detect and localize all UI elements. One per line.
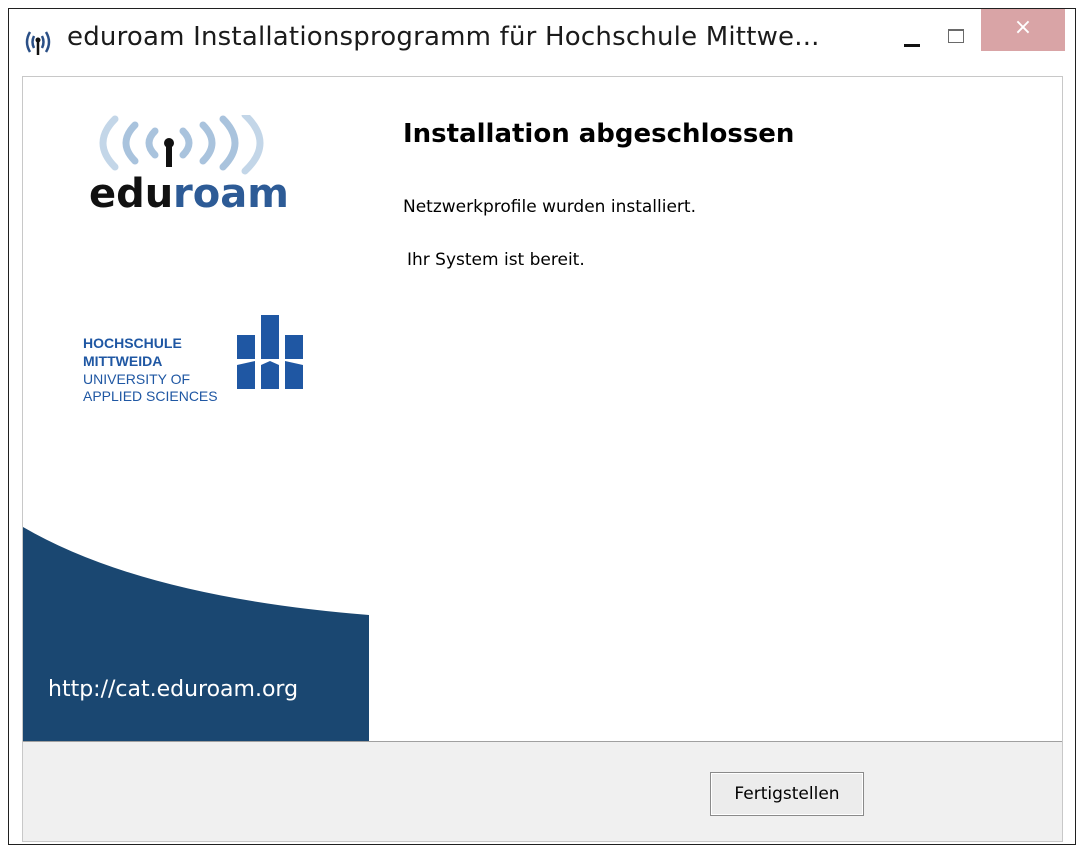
eduroam-logo-roam: roam — [173, 171, 289, 215]
university-mark-icon — [237, 315, 303, 389]
content-panel: Installation abgeschlossen Netzwerkprofi… — [403, 77, 1062, 741]
installer-window: eduroam Installationsprogramm für Hochsc… — [8, 8, 1076, 845]
maximize-button[interactable] — [934, 17, 984, 61]
cat-url-text: http://cat.eduroam.org — [48, 677, 299, 702]
minimize-icon — [904, 44, 920, 47]
sidebar-wave-shape — [23, 527, 369, 741]
finish-button[interactable]: Fertigstellen — [710, 772, 864, 816]
maximize-icon — [948, 29, 964, 43]
status-message-ready: Ihr System ist bereit. — [407, 250, 585, 270]
button-footer: Fertigstellen — [23, 742, 1062, 841]
status-message-profiles: Netzwerkprofile wurden installiert. — [403, 197, 696, 217]
installer-client-area: edu roam HOCHSCHULE MITTWEIDA UNIVERSITY… — [22, 76, 1063, 842]
university-line-2: MITTWEIDA — [83, 353, 163, 369]
title-bar[interactable]: eduroam Installationsprogramm für Hochsc… — [9, 9, 1075, 71]
university-line-1: HOCHSCHULE — [83, 335, 182, 351]
close-button[interactable]: × — [981, 9, 1065, 51]
eduroam-logo: edu roam — [89, 115, 289, 215]
eduroam-logo-edu: edu — [89, 171, 173, 215]
university-line-4: APPLIED SCIENCES — [83, 388, 218, 404]
window-title: eduroam Installationsprogramm für Hochsc… — [67, 22, 820, 52]
university-line-3: UNIVERSITY OF — [83, 371, 191, 387]
eduroam-antenna-icon — [25, 31, 51, 55]
page-title: Installation abgeschlossen — [403, 119, 795, 149]
university-logo: HOCHSCHULE MITTWEIDA UNIVERSITY OF APPLI… — [79, 313, 319, 423]
minimize-button[interactable] — [889, 17, 939, 61]
branding-sidebar: edu roam HOCHSCHULE MITTWEIDA UNIVERSITY… — [23, 77, 369, 741]
close-icon: × — [1013, 15, 1033, 40]
